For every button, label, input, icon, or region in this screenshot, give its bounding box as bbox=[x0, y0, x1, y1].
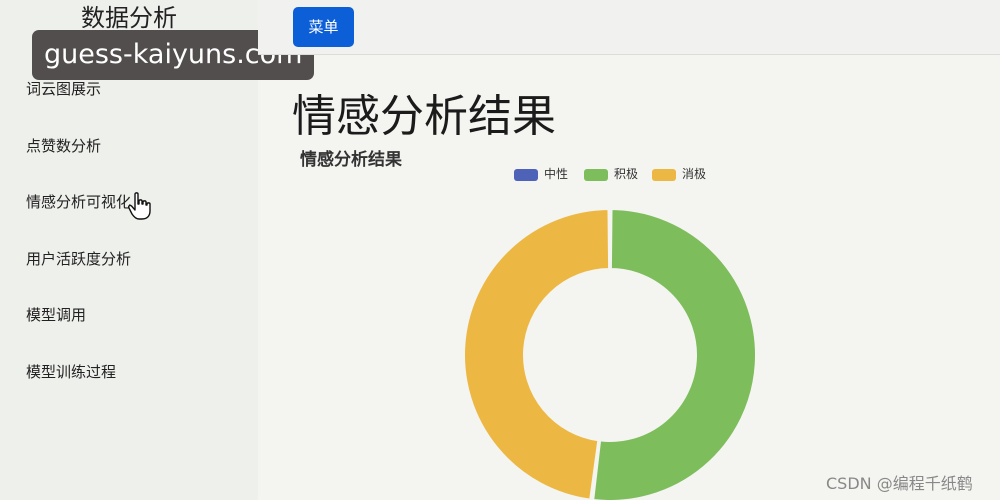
legend-swatch-neutral bbox=[514, 169, 538, 181]
sidebar-item-user-activity[interactable]: 用户活跃度分析 bbox=[26, 248, 131, 269]
chart-title: 情感分析结果 bbox=[300, 150, 402, 170]
sentiment-donut-chart bbox=[463, 208, 758, 500]
legend-label-negative: 消极 bbox=[682, 167, 707, 181]
legend-label-neutral: 中性 bbox=[544, 167, 569, 181]
csdn-watermark: CSDN @编程千纸鹤 bbox=[826, 474, 973, 493]
donut-slice-negative[interactable] bbox=[463, 208, 611, 500]
sidebar-item-model-training[interactable]: 模型训练过程 bbox=[26, 361, 116, 382]
app-window: 数据分析 词云图展示 点赞数分析 情感分析可视化 用户活跃度分析 模型调用 模型… bbox=[0, 0, 1000, 500]
legend-label-positive: 积极 bbox=[614, 167, 639, 181]
sidebar-item-sentiment-visualization[interactable]: 情感分析可视化 bbox=[26, 191, 131, 212]
menu-button[interactable]: 菜单 bbox=[293, 7, 354, 47]
sidebar-item-model-invoke[interactable]: 模型调用 bbox=[26, 304, 86, 325]
donut-slice-positive[interactable] bbox=[592, 208, 758, 500]
page-title: 情感分析结果 bbox=[292, 91, 556, 142]
legend-swatch-positive bbox=[584, 169, 608, 181]
legend-swatch-negative bbox=[652, 169, 676, 181]
top-bar: 菜单 bbox=[258, 0, 1000, 55]
hand-pointer-icon bbox=[128, 192, 151, 220]
sidebar-item-likes-analysis[interactable]: 点赞数分析 bbox=[26, 135, 101, 156]
sidebar-item-wordcloud[interactable]: 词云图展示 bbox=[26, 78, 101, 99]
